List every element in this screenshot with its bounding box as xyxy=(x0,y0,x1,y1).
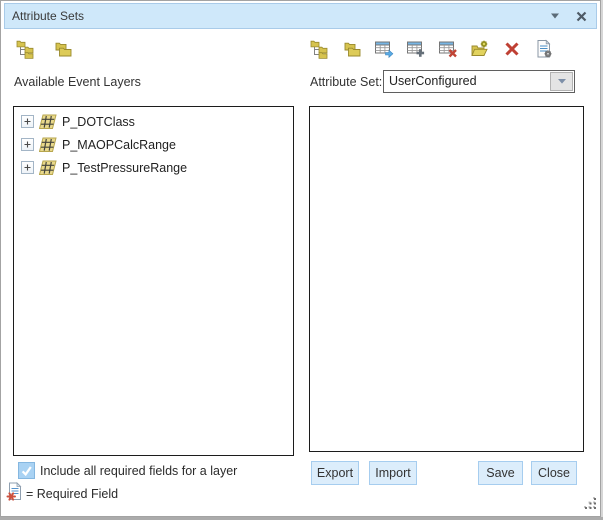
tree-item-label[interactable]: P_TestPressureRange xyxy=(62,161,187,175)
required-field-icon xyxy=(6,482,23,504)
titlebar-controls xyxy=(547,8,589,24)
collapse-icon[interactable] xyxy=(547,8,563,24)
layer-tree-icon[interactable] xyxy=(16,39,36,59)
attribute-set-label: Attribute Set: xyxy=(310,75,382,89)
expand-plus-icon[interactable] xyxy=(21,161,34,174)
include-required-fields-checkbox[interactable] xyxy=(18,462,35,479)
window-right-edge xyxy=(601,0,603,517)
close-button[interactable]: Close xyxy=(531,461,577,485)
tree-row[interactable]: P_MAOPCalcRange xyxy=(20,133,291,156)
titlebar: Attribute Sets xyxy=(4,3,597,29)
report-settings-icon[interactable] xyxy=(534,39,554,59)
event-layer-icon xyxy=(39,137,57,153)
combobox-dropdown-button[interactable] xyxy=(550,72,573,91)
window-bottom-edge xyxy=(0,517,603,520)
save-button[interactable]: Save xyxy=(478,461,523,485)
expand-plus-icon[interactable] xyxy=(21,138,34,151)
available-event-layers-label: Available Event Layers xyxy=(14,75,141,89)
event-layer-tree: P_DOTClass P_MAOPCalcRange P_TestPressur xyxy=(20,110,291,179)
tree-item-label[interactable]: P_MAOPCalcRange xyxy=(62,138,176,152)
export-button[interactable]: Export xyxy=(311,461,359,485)
attribute-sets-window: Attribute Sets xyxy=(0,0,604,521)
attribute-set-fields-panel[interactable] xyxy=(309,106,584,452)
tree-item-label[interactable]: P_DOTClass xyxy=(62,115,135,129)
available-layers-panel[interactable]: P_DOTClass P_MAOPCalcRange P_TestPressur xyxy=(13,106,294,456)
expand-plus-icon[interactable] xyxy=(21,115,34,128)
folders-icon[interactable] xyxy=(53,39,73,59)
attribute-set-combobox[interactable]: UserConfigured xyxy=(383,70,575,93)
folder-gear-icon[interactable] xyxy=(470,39,490,59)
layer-tree-icon[interactable] xyxy=(310,39,330,59)
tree-row[interactable]: P_TestPressureRange xyxy=(20,156,291,179)
required-field-legend-label: = Required Field xyxy=(26,487,118,501)
table-export-icon[interactable] xyxy=(374,39,394,59)
left-toolbar xyxy=(16,39,73,59)
close-icon[interactable] xyxy=(573,8,589,24)
folders-icon[interactable] xyxy=(342,39,362,59)
include-required-fields-label: Include all required fields for a layer xyxy=(40,464,237,478)
table-remove-icon[interactable] xyxy=(438,39,458,59)
import-button[interactable]: Import xyxy=(369,461,417,485)
window-title: Attribute Sets xyxy=(12,9,84,23)
tree-row[interactable]: P_DOTClass xyxy=(20,110,291,133)
delete-icon[interactable] xyxy=(502,39,522,59)
right-toolbar xyxy=(310,39,554,59)
attribute-set-value: UserConfigured xyxy=(389,74,477,88)
resize-grip[interactable] xyxy=(583,496,599,515)
event-layer-icon xyxy=(39,160,57,176)
event-layer-icon xyxy=(39,114,57,130)
table-add-icon[interactable] xyxy=(406,39,426,59)
